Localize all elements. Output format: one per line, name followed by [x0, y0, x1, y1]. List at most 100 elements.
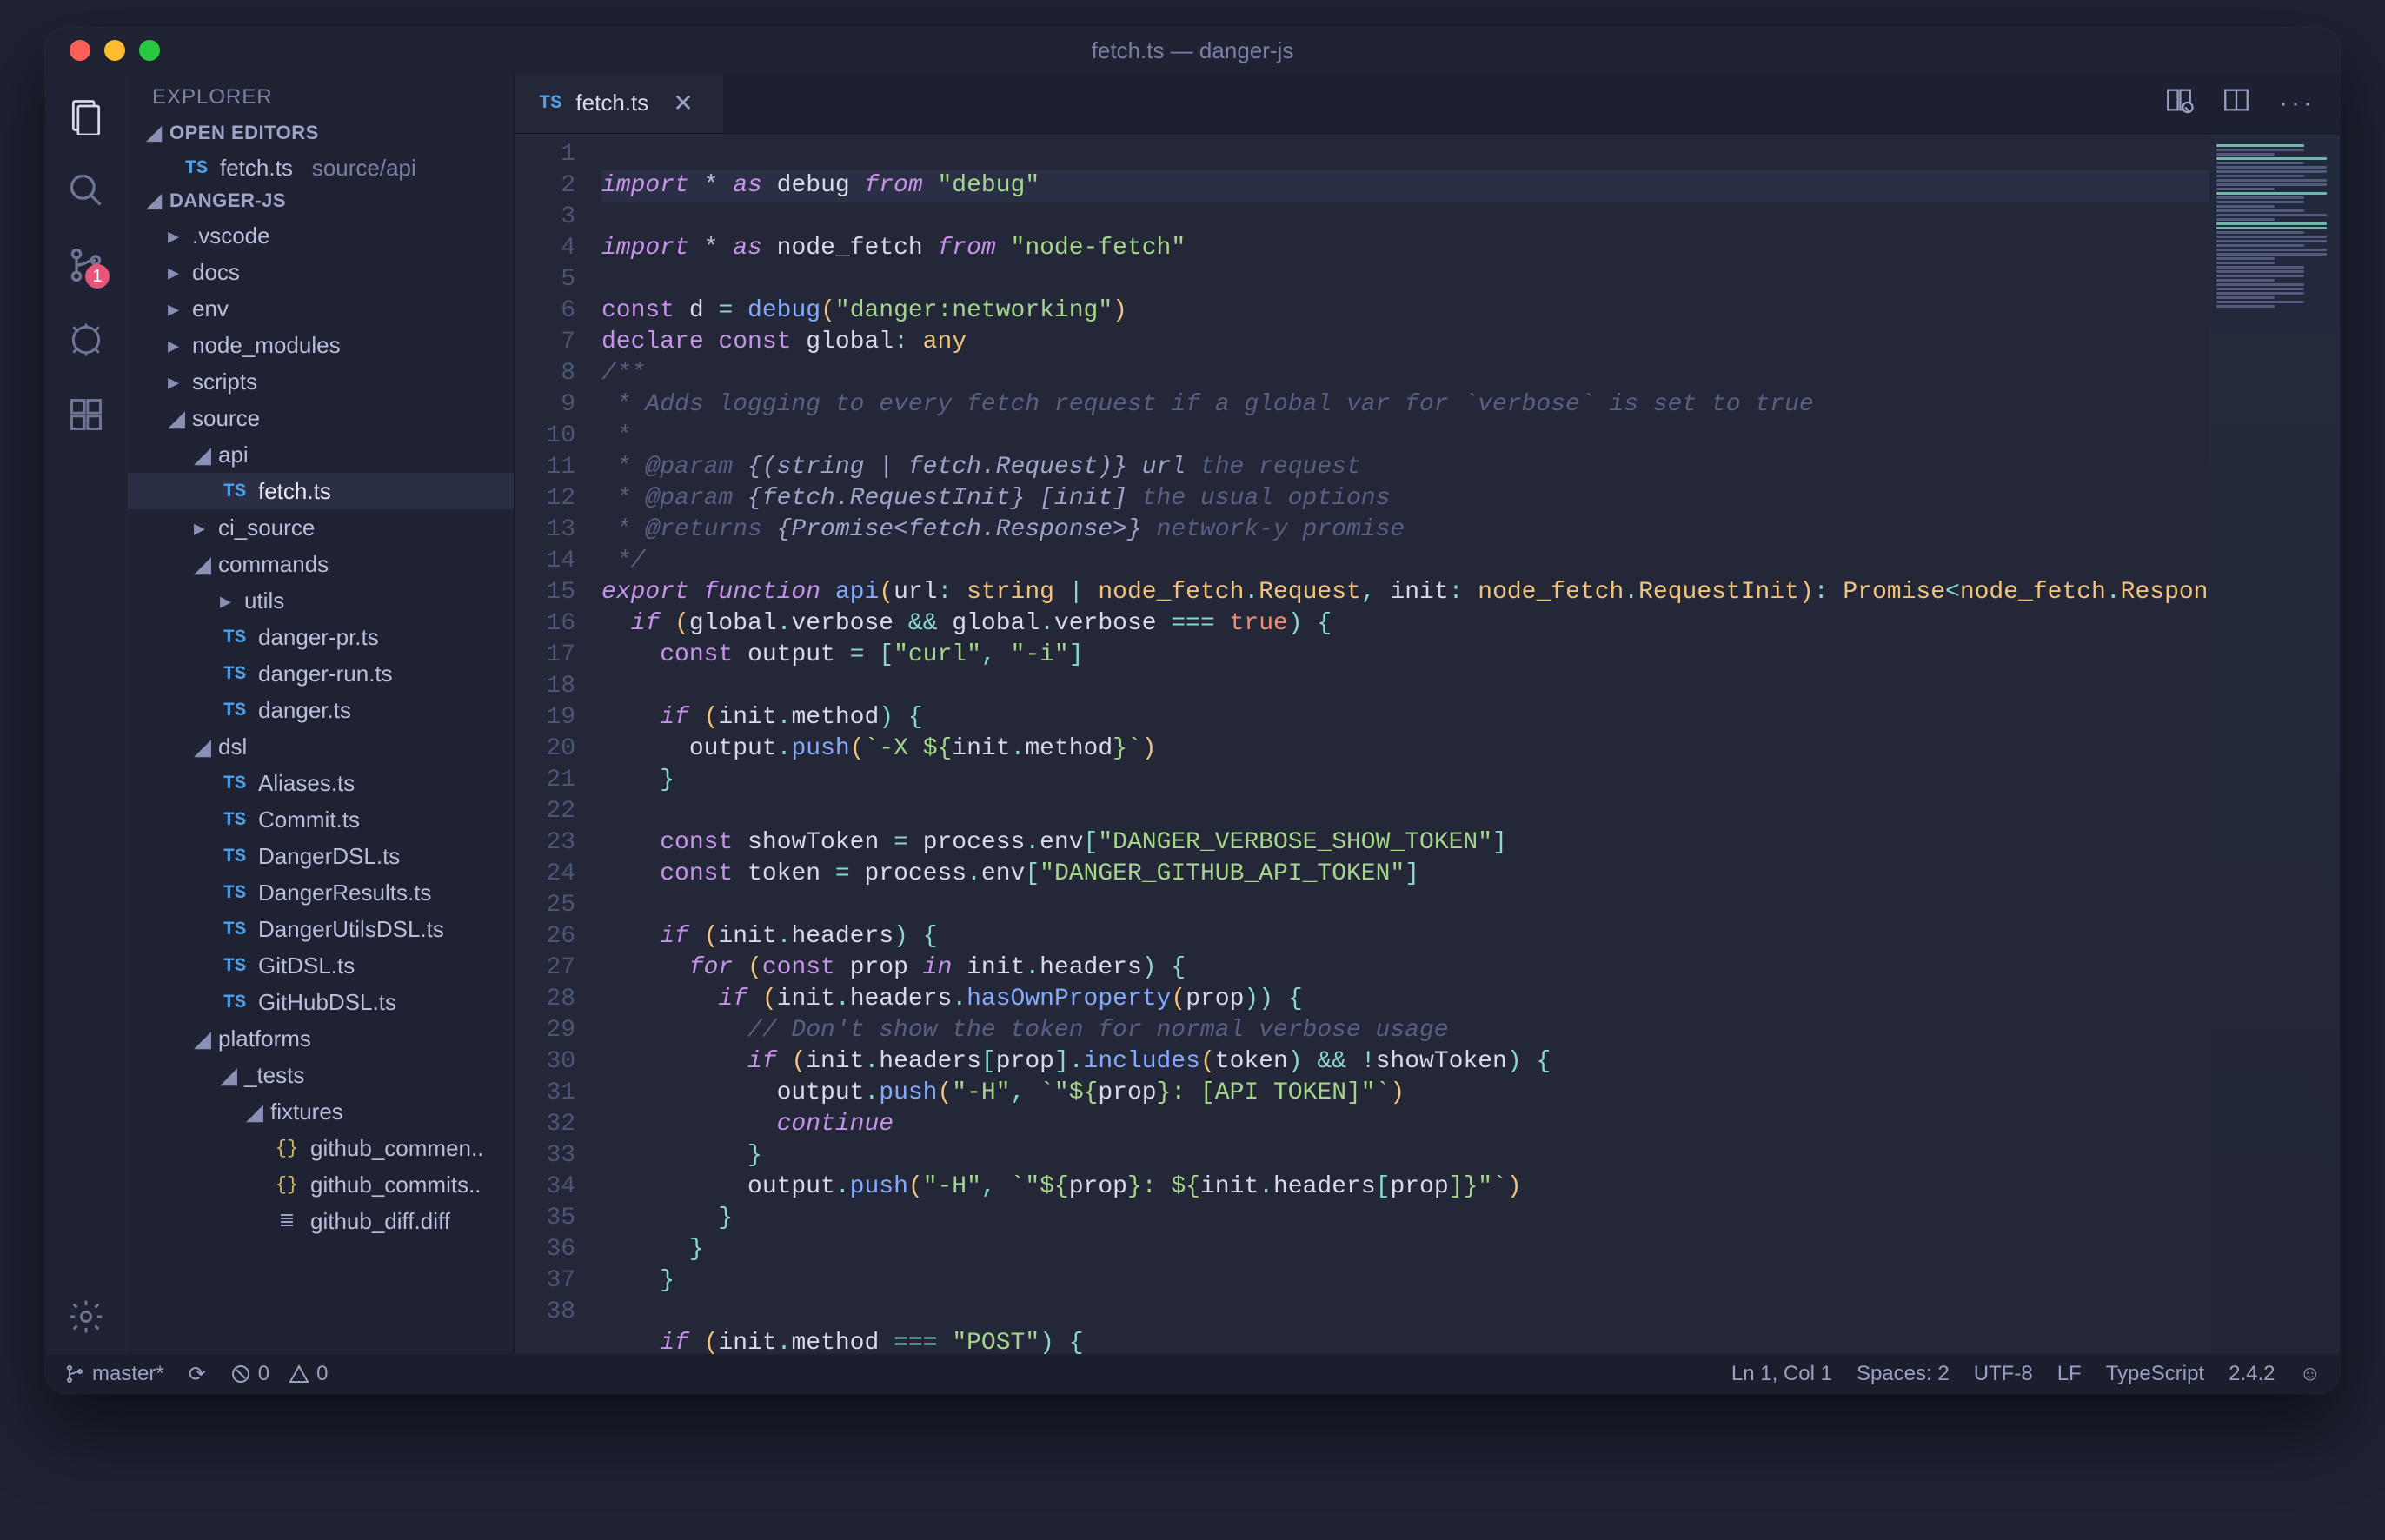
sidebar-header: EXPLORER — [128, 73, 514, 118]
tree-folder-commands[interactable]: ◢commands — [128, 546, 514, 582]
tree-file[interactable]: TSCommit.ts — [128, 801, 514, 838]
tab-bar: TS fetch.ts ✕ ··· — [515, 73, 2340, 134]
code-content[interactable]: import * as debug from "debug" import * … — [593, 134, 2209, 1354]
close-window-button[interactable] — [70, 40, 90, 61]
status-feedback-icon[interactable]: ☺ — [2299, 1362, 2321, 1386]
traffic-lights — [70, 40, 160, 61]
diff-view-icon[interactable] — [2164, 85, 2194, 121]
tree-file[interactable]: TSDangerUtilsDSL.ts — [128, 911, 514, 947]
settings-gear-icon[interactable] — [64, 1295, 108, 1338]
ts-file-icon: TS — [220, 481, 249, 502]
window-title: fetch.ts — danger-js — [45, 37, 2340, 64]
tree-folder-platforms[interactable]: ◢platforms — [128, 1020, 514, 1057]
tree-folder[interactable]: ▸node_modules — [128, 327, 514, 363]
status-ts-version[interactable]: 2.4.2 — [2229, 1362, 2275, 1386]
tree-folder-tests[interactable]: ◢_tests — [128, 1057, 514, 1093]
status-encoding[interactable]: UTF-8 — [1974, 1362, 2033, 1386]
status-eol[interactable]: LF — [2057, 1362, 2082, 1386]
source-control-icon[interactable]: 1 — [64, 243, 108, 287]
project-label: DANGER-JS — [169, 189, 286, 212]
chevron-right-icon: ▸ — [168, 222, 183, 249]
file-tree: ▸.vscode ▸docs ▸env ▸node_modules ▸scrip… — [128, 217, 514, 1354]
editor-area: TS fetch.ts ✕ ··· 1234567891011121314151… — [515, 73, 2340, 1354]
tree-folder-source[interactable]: ◢source — [128, 400, 514, 436]
chevron-right-icon: ▸ — [220, 587, 236, 614]
split-editor-icon[interactable] — [2222, 85, 2251, 121]
status-branch[interactable]: master* — [64, 1362, 164, 1386]
ts-file-icon: TS — [220, 846, 249, 867]
open-editor-name: fetch.ts — [220, 155, 293, 182]
chevron-down-icon: ◢ — [168, 405, 183, 432]
status-language[interactable]: TypeScript — [2106, 1362, 2204, 1386]
titlebar: fetch.ts — danger-js — [45, 28, 2340, 73]
sidebar: EXPLORER ◢ OPEN EDITORS TS fetch.ts sour… — [128, 73, 515, 1354]
tree-file[interactable]: TSdanger-pr.ts — [128, 619, 514, 655]
open-editor-item[interactable]: TS fetch.ts source/api — [128, 149, 514, 186]
chevron-right-icon: ▸ — [168, 295, 183, 322]
scm-badge: 1 — [85, 264, 110, 289]
editor[interactable]: 1234567891011121314151617181920212223242… — [515, 134, 2340, 1354]
chevron-down-icon: ◢ — [194, 1026, 209, 1052]
open-editors-section[interactable]: ◢ OPEN EDITORS — [128, 118, 514, 149]
explorer-icon[interactable] — [64, 94, 108, 137]
window-frame: fetch.ts — danger-js 1 — [45, 28, 2340, 1394]
folder-section[interactable]: ◢ DANGER-JS — [128, 186, 514, 217]
tree-file[interactable]: TSdanger-run.ts — [128, 655, 514, 692]
tree-file[interactable]: TSGitDSL.ts — [128, 947, 514, 984]
tree-folder[interactable]: ▸.vscode — [128, 217, 514, 254]
tree-folder-dsl[interactable]: ◢dsl — [128, 728, 514, 765]
chevron-down-icon: ◢ — [147, 189, 163, 212]
tree-folder-fixtures[interactable]: ◢fixtures — [128, 1093, 514, 1130]
status-cursor[interactable]: Ln 1, Col 1 — [1731, 1362, 1832, 1386]
tree-file[interactable]: TSDangerResults.ts — [128, 874, 514, 911]
tree-file[interactable]: TSdanger.ts — [128, 692, 514, 728]
debug-icon[interactable] — [64, 318, 108, 362]
tree-folder[interactable]: ▸scripts — [128, 363, 514, 400]
tab-fetch[interactable]: TS fetch.ts ✕ — [515, 73, 723, 133]
tree-folder[interactable]: ▸docs — [128, 254, 514, 290]
search-icon[interactable] — [64, 169, 108, 212]
status-sync[interactable]: ⟳ — [189, 1362, 206, 1387]
tree-folder-api[interactable]: ◢api — [128, 436, 514, 473]
tree-folder[interactable]: ▸ci_source — [128, 509, 514, 546]
tree-folder[interactable]: ▸utils — [128, 582, 514, 619]
close-tab-icon[interactable]: ✕ — [673, 89, 693, 117]
ts-file-icon: TS — [220, 919, 249, 940]
ts-file-icon: TS — [220, 773, 249, 794]
ts-file-icon: TS — [182, 157, 211, 179]
ts-file-icon: TS — [220, 700, 249, 721]
json-file-icon: {} — [272, 1174, 302, 1196]
tree-file[interactable]: TSDangerDSL.ts — [128, 838, 514, 874]
chevron-down-icon: ◢ — [220, 1062, 236, 1089]
chevron-down-icon: ◢ — [246, 1099, 262, 1125]
ts-file-icon: TS — [539, 92, 561, 114]
tree-file[interactable]: TSGitHubDSL.ts — [128, 984, 514, 1020]
tree-file[interactable]: {}github_commits.. — [128, 1166, 514, 1203]
extensions-icon[interactable] — [64, 393, 108, 436]
ts-file-icon: TS — [220, 627, 249, 648]
chevron-down-icon: ◢ — [147, 122, 163, 144]
status-problems[interactable]: 0 0 — [230, 1362, 329, 1386]
minimap[interactable] — [2209, 134, 2340, 1354]
maximize-window-button[interactable] — [139, 40, 160, 61]
chevron-right-icon: ▸ — [168, 259, 183, 286]
diff-file-icon: ≣ — [272, 1210, 302, 1232]
chevron-right-icon: ▸ — [194, 514, 209, 541]
status-indent[interactable]: Spaces: 2 — [1857, 1362, 1950, 1386]
ts-file-icon: TS — [220, 809, 249, 831]
tree-file[interactable]: {}github_commen.. — [128, 1130, 514, 1166]
tree-file[interactable]: ≣github_diff.diff — [128, 1203, 514, 1239]
more-actions-icon[interactable]: ··· — [2279, 89, 2315, 118]
tree-file-fetch[interactable]: TSfetch.ts — [128, 473, 514, 509]
activity-bar: 1 — [45, 73, 128, 1354]
tab-tools: ··· — [2140, 73, 2340, 133]
tree-folder[interactable]: ▸env — [128, 290, 514, 327]
ts-file-icon: TS — [220, 882, 249, 904]
minimize-window-button[interactable] — [104, 40, 125, 61]
open-editors-label: OPEN EDITORS — [169, 122, 319, 144]
chevron-down-icon: ◢ — [194, 551, 209, 578]
tree-file[interactable]: TSAliases.ts — [128, 765, 514, 801]
chevron-down-icon: ◢ — [194, 441, 209, 468]
json-file-icon: {} — [272, 1138, 302, 1159]
chevron-down-icon: ◢ — [194, 733, 209, 760]
